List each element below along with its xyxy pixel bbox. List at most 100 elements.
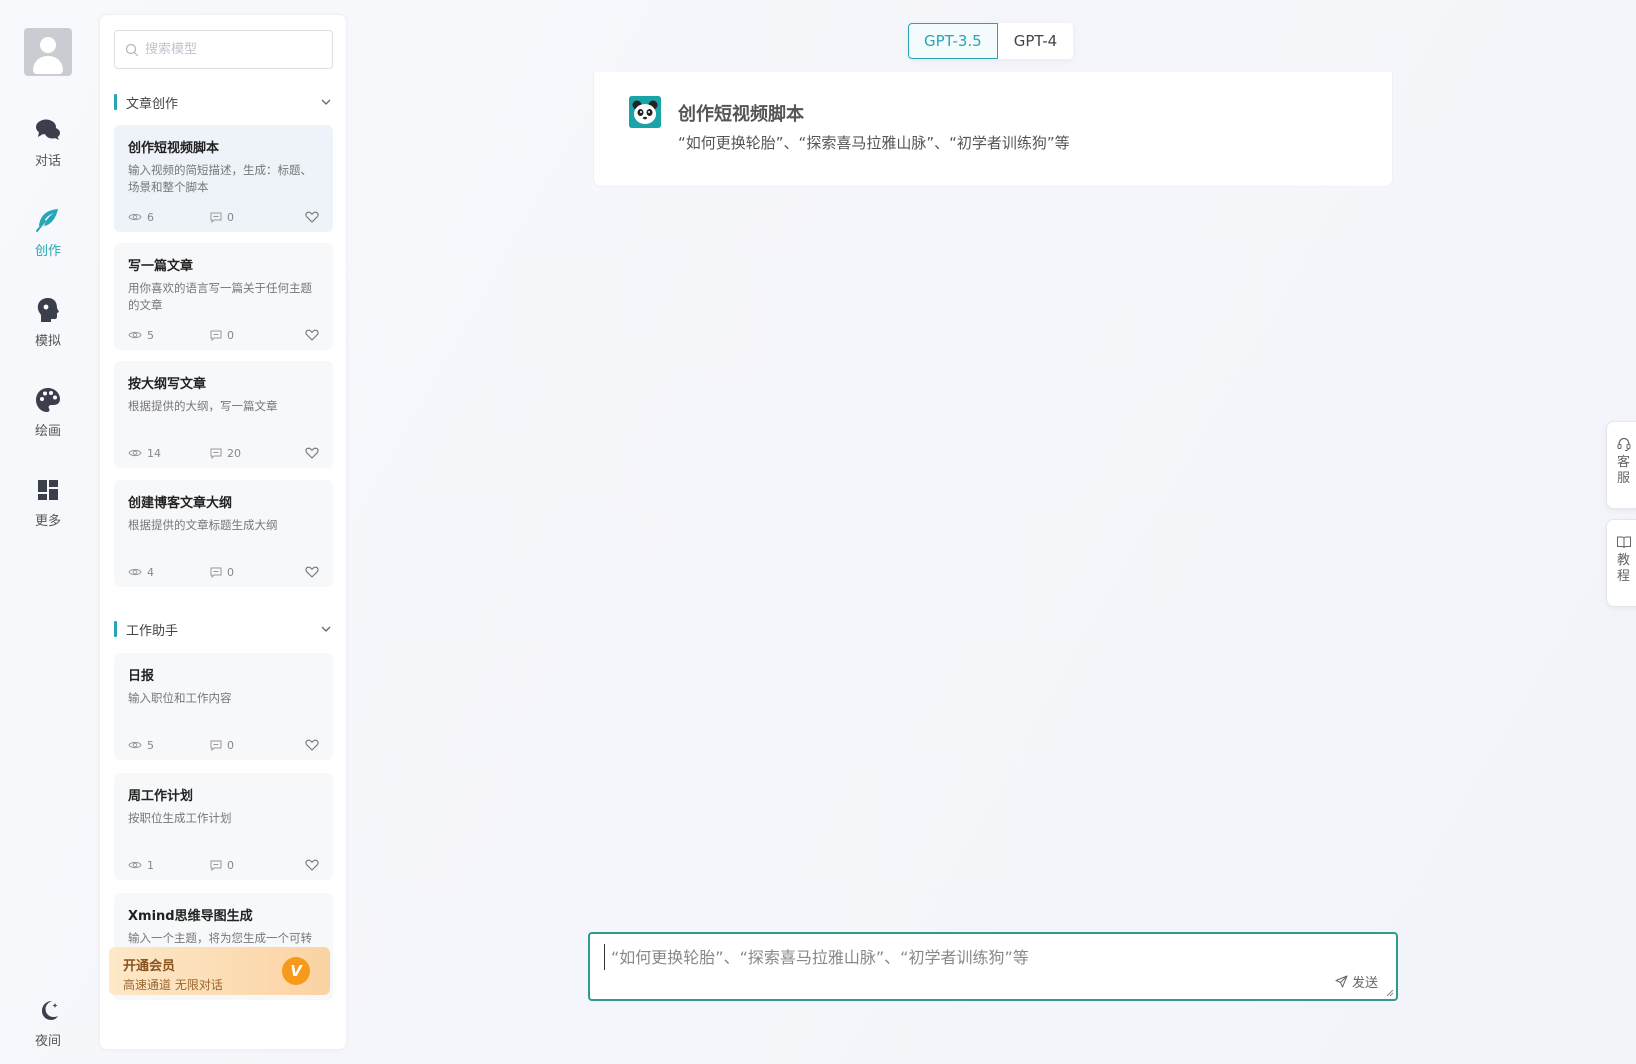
view-count: 5	[128, 329, 210, 342]
comment-count-value: 20	[227, 446, 241, 460]
card-description: 根据提供的文章标题生成大纲	[128, 518, 278, 532]
comment-icon	[210, 567, 222, 578]
search-input[interactable]	[145, 42, 325, 57]
head-icon	[37, 298, 59, 322]
eye-icon	[128, 741, 142, 749]
heart-icon[interactable]	[305, 859, 319, 871]
model-card[interactable]: 日报 输入职位和工作内容 5 0	[114, 653, 333, 760]
card-title: 按大纲写文章	[128, 377, 207, 392]
vip-upgrade-banner[interactable]: 开通会员 高速通道 无限对话 V	[109, 947, 330, 995]
card-title: Xmind思维导图生成	[128, 909, 253, 924]
model-card[interactable]: 周工作计划 按职位生成工作计划 1 0	[114, 773, 333, 880]
headset-icon	[1617, 437, 1630, 451]
user-avatar[interactable]	[24, 28, 72, 76]
model-list-panel: 文章创作 创作短视频脚本 输入视频的简短描述，生成：标题、场景和整个脚本 6 0	[99, 14, 347, 1050]
model-option-gpt4[interactable]: GPT-4	[998, 23, 1073, 59]
view-count-value: 5	[147, 328, 154, 342]
send-label: 发送	[1351, 976, 1378, 991]
send-icon	[1335, 975, 1348, 988]
moon-icon	[42, 1001, 58, 1020]
section-header-work[interactable]: 工作助手	[114, 619, 334, 639]
model-card[interactable]: 创建博客文章大纲 根据提供的文章标题生成大纲 4 0	[114, 480, 333, 587]
nav-label-chat: 对话	[34, 154, 61, 169]
card-description: 输入视频的简短描述，生成：标题、场景和整个脚本	[128, 163, 312, 194]
comment-count: 0	[210, 566, 234, 579]
nav-label-more: 更多	[34, 514, 61, 529]
heart-icon[interactable]	[305, 329, 319, 341]
model-card[interactable]: 按大纲写文章 根据提供的大纲，写一篇文章 14 20	[114, 361, 333, 468]
model-title: 创作短视频脚本	[678, 104, 804, 125]
comment-icon	[210, 860, 222, 871]
nav-label-draw: 绘画	[34, 424, 61, 439]
nav-label-create: 创作	[34, 244, 61, 259]
model-toggle: GPT-3.5 GPT-4	[908, 23, 1074, 59]
section-header-article[interactable]: 文章创作	[114, 92, 334, 112]
view-count-value: 1	[147, 858, 154, 872]
nav-item-simulate[interactable]: 模拟	[0, 296, 96, 356]
feather-icon	[36, 209, 58, 232]
customer-service-button[interactable]: 客服	[1606, 421, 1636, 509]
heart-icon[interactable]	[305, 447, 319, 459]
nav-item-more[interactable]: 更多	[0, 476, 96, 536]
customer-service-label: 客服	[1616, 455, 1630, 486]
card-stats: 14 20	[128, 446, 319, 460]
nav-item-chat[interactable]: 对话	[0, 116, 96, 176]
model-card[interactable]: 创作短视频脚本 输入视频的简短描述，生成：标题、场景和整个脚本 6 0	[114, 125, 333, 232]
comment-count: 0	[210, 859, 234, 872]
comment-count: 0	[210, 739, 234, 752]
heart-icon[interactable]	[305, 211, 319, 223]
model-option-gpt35[interactable]: GPT-3.5	[908, 23, 998, 59]
comment-count-value: 0	[227, 738, 234, 752]
eye-icon	[128, 568, 142, 576]
heart-icon[interactable]	[305, 566, 319, 578]
card-title: 周工作计划	[128, 789, 194, 804]
nav-item-draw[interactable]: 绘画	[0, 386, 96, 446]
vip-badge-icon: V	[282, 957, 310, 985]
send-button[interactable]: 发送	[1335, 972, 1378, 991]
comment-icon	[210, 740, 222, 751]
view-count: 5	[128, 739, 210, 752]
comment-count-value: 0	[227, 858, 234, 872]
night-mode-toggle[interactable]: 夜间	[0, 996, 96, 1056]
resize-handle-icon[interactable]	[1386, 989, 1394, 997]
view-count-value: 14	[147, 446, 161, 460]
view-count: 1	[128, 859, 210, 872]
card-title: 写一篇文章	[128, 259, 194, 274]
card-stats: 5 0	[128, 328, 319, 342]
comment-count: 20	[210, 447, 241, 460]
nav-label-simulate: 模拟	[34, 334, 61, 349]
message-composer: 发送	[588, 932, 1398, 1001]
app-root: 对话 创作 模拟 绘画 更多 夜间 搜索模型 文章创作 创作短视频脚本 输入视频…	[0, 0, 1636, 1064]
comment-count: 0	[210, 329, 234, 342]
comment-count-value: 0	[227, 328, 234, 342]
message-input[interactable]	[604, 944, 1364, 970]
nav-item-create[interactable]: 创作	[0, 206, 96, 266]
chevron-down-icon[interactable]	[320, 96, 332, 108]
model-card[interactable]: 写一篇文章 用你喜欢的语言写一篇关于任何主题的文章 5 0	[114, 243, 333, 350]
grid-icon	[38, 480, 58, 500]
section-accent-bar	[114, 94, 117, 110]
section-title: 文章创作	[126, 96, 179, 112]
comment-icon	[210, 330, 222, 341]
card-stats: 5 0	[128, 738, 319, 752]
section-title: 工作助手	[126, 623, 179, 639]
left-nav-rail: 对话 创作 模拟 绘画 更多 夜间	[0, 0, 96, 1064]
eye-icon	[128, 213, 142, 221]
view-count-value: 4	[147, 565, 154, 579]
card-description: 输入职位和工作内容	[128, 691, 232, 705]
eye-icon	[128, 861, 142, 869]
panda-logo-icon	[629, 96, 661, 128]
card-title: 创建博客文章大纲	[128, 496, 233, 511]
view-count: 4	[128, 566, 210, 579]
heart-icon[interactable]	[305, 739, 319, 751]
comment-count-value: 0	[227, 565, 234, 579]
comment-count: 0	[210, 211, 234, 224]
card-stats: 6 0	[128, 210, 319, 224]
palette-icon	[36, 388, 60, 412]
comment-count-value: 0	[227, 210, 234, 224]
search-icon	[125, 43, 139, 56]
eye-icon	[128, 331, 142, 339]
tutorial-button[interactable]: 教程	[1606, 519, 1636, 607]
chevron-down-icon[interactable]	[320, 623, 332, 635]
section-accent-bar	[114, 621, 117, 637]
